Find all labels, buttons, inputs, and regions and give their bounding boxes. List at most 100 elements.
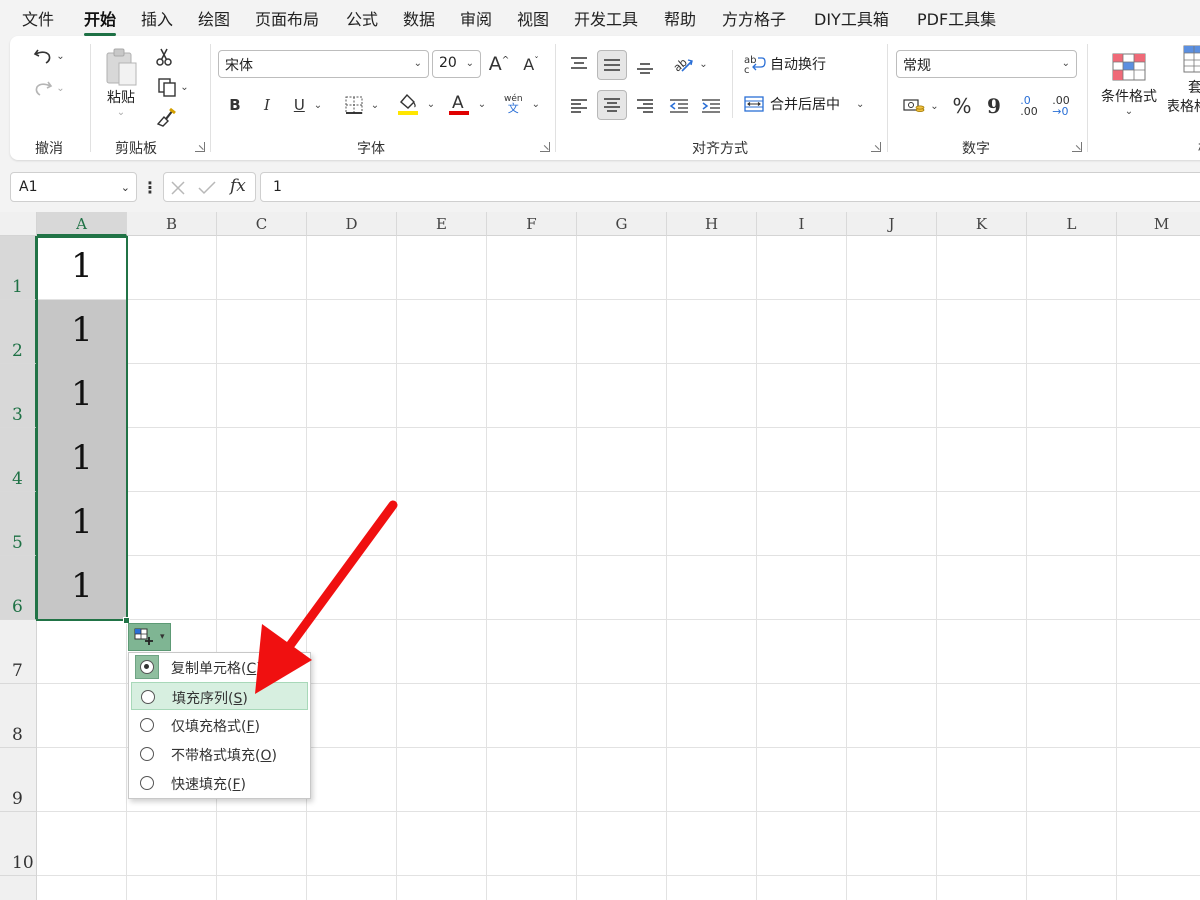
decrease-indent-button[interactable]	[665, 92, 693, 120]
fill-color-button[interactable]: ⌄	[394, 90, 438, 118]
column-header-l[interactable]: L	[1027, 212, 1117, 236]
chevron-down-icon: ⌄	[370, 99, 380, 111]
comma-style-button[interactable]: 9	[982, 92, 1006, 120]
menu-diy-toolbox[interactable]: DIY工具箱	[814, 6, 889, 30]
format-as-table-button[interactable]: 套 表格格	[1168, 44, 1200, 124]
row-header-5[interactable]: 5	[0, 492, 37, 556]
undo-button[interactable]: ⌄	[26, 42, 72, 70]
cell-a2[interactable]: 1	[37, 300, 127, 364]
cut-button[interactable]	[150, 44, 178, 70]
menu-pdf-tools[interactable]: PDF工具集	[917, 6, 996, 30]
row-header-1[interactable]: 1	[0, 236, 37, 300]
menu-fangfang[interactable]: 方方格子	[722, 6, 786, 30]
font-name-combo[interactable]: 宋体 ⌄	[218, 50, 429, 78]
conditional-format-button[interactable]: 条件格式 ⌄	[1094, 44, 1164, 124]
menu-file[interactable]: 文件	[22, 6, 54, 30]
menu-draw[interactable]: 绘图	[198, 6, 230, 30]
align-center-button[interactable]	[597, 90, 627, 120]
column-header-c[interactable]: C	[217, 212, 307, 236]
name-box[interactable]: A1 ⌄	[10, 172, 137, 202]
clipboard-launcher-icon[interactable]	[195, 142, 205, 152]
column-header-i[interactable]: I	[757, 212, 847, 236]
menu-developer[interactable]: 开发工具	[574, 6, 638, 30]
decrease-decimal-button[interactable]: .00 →0	[1046, 92, 1076, 120]
column-header-g[interactable]: G	[577, 212, 667, 236]
column-header-m[interactable]: M	[1117, 212, 1200, 236]
more-options-icon[interactable]: ⋮	[142, 172, 158, 202]
row-header-10[interactable]: 10	[0, 812, 37, 876]
row-header-6[interactable]: 6	[0, 556, 37, 620]
column-header-k[interactable]: K	[937, 212, 1027, 236]
borders-button[interactable]: ⌄	[340, 92, 384, 118]
fill-without-formatting-option[interactable]: 不带格式填充(O)	[131, 740, 308, 768]
fill-formatting-only-option[interactable]: 仅填充格式(F)	[131, 711, 308, 739]
italic-button[interactable]: I	[254, 92, 280, 118]
increase-decimal-button[interactable]: .0 .00	[1014, 92, 1044, 120]
row-header-3[interactable]: 3	[0, 364, 37, 428]
row-header-11[interactable]	[0, 876, 37, 900]
text-orientation-button[interactable]: ab ⌄	[667, 50, 713, 78]
cell-a3[interactable]: 1	[37, 364, 127, 428]
merge-center-button[interactable]: 合并后居中 ⌄	[744, 90, 874, 118]
formula-input[interactable]: 1	[260, 172, 1200, 202]
column-header-h[interactable]: H	[667, 212, 757, 236]
format-painter-button[interactable]	[152, 104, 180, 130]
column-header-f[interactable]: F	[487, 212, 577, 236]
fill-series-option[interactable]: 填充序列(S)	[131, 682, 308, 710]
chevron-down-icon: ⌄	[56, 50, 65, 62]
paste-button[interactable]: 粘贴 ⌄	[100, 44, 142, 120]
menu-page-layout[interactable]: 页面布局	[255, 6, 319, 30]
auto-fill-options-button[interactable]: ▾	[128, 623, 171, 651]
align-middle-button[interactable]	[597, 50, 627, 80]
align-bottom-button[interactable]	[631, 52, 659, 80]
menu-help[interactable]: 帮助	[664, 6, 696, 30]
menu-review[interactable]: 审阅	[460, 6, 492, 30]
bold-button[interactable]: B	[222, 92, 248, 118]
copy-cells-option[interactable]: 复制单元格(C)	[131, 653, 308, 681]
alignment-launcher-icon[interactable]	[871, 142, 881, 152]
align-top-button[interactable]	[565, 50, 593, 78]
cell-a1[interactable]: 1	[37, 236, 127, 300]
flash-fill-option[interactable]: 快速填充(F)	[131, 769, 308, 797]
enter-check-icon[interactable]	[198, 180, 216, 196]
accounting-format-button[interactable]: ⌄	[898, 92, 944, 120]
column-header-b[interactable]: B	[127, 212, 217, 236]
cell-a5[interactable]: 1	[37, 492, 127, 556]
insert-function-button[interactable]: fx	[230, 176, 246, 196]
column-header-j[interactable]: J	[847, 212, 937, 236]
cancel-icon[interactable]	[170, 180, 186, 196]
number-format-combo[interactable]: 常规 ⌄	[896, 50, 1077, 78]
underline-button[interactable]: U ⌄	[286, 92, 330, 118]
font-color-button[interactable]: A ⌄	[444, 90, 490, 118]
font-size-combo[interactable]: 20 ⌄	[432, 50, 481, 78]
menu-insert[interactable]: 插入	[141, 6, 173, 30]
menu-home[interactable]: 开始	[84, 6, 117, 36]
select-all-corner[interactable]	[0, 212, 37, 236]
cell-a4[interactable]: 1	[37, 428, 127, 492]
align-right-button[interactable]	[631, 92, 659, 120]
row-header-9[interactable]: 9	[0, 748, 37, 812]
spreadsheet-grid[interactable]: A B C D E F G H I J K L M 1 2 3 4 5 6 7 …	[0, 212, 1200, 900]
row-header-8[interactable]: 8	[0, 684, 37, 748]
row-header-2[interactable]: 2	[0, 300, 37, 364]
cell-a6[interactable]: 1	[37, 556, 127, 620]
row-header-4[interactable]: 4	[0, 428, 37, 492]
menu-data[interactable]: 数据	[403, 6, 435, 30]
copy-button[interactable]: ⌄	[150, 74, 196, 100]
percent-style-button[interactable]: %	[948, 92, 976, 120]
column-header-e[interactable]: E	[397, 212, 487, 236]
redo-button[interactable]: ⌄	[26, 74, 72, 102]
phonetic-button[interactable]: wén 文 ⌄	[498, 90, 546, 118]
align-left-button[interactable]	[565, 92, 593, 120]
column-header-d[interactable]: D	[307, 212, 397, 236]
decrease-font-size-button[interactable]: Aˇ	[517, 50, 545, 78]
increase-font-size-button[interactable]: A^	[485, 50, 513, 78]
menu-view[interactable]: 视图	[517, 6, 549, 30]
column-header-a[interactable]: A	[37, 212, 127, 236]
font-launcher-icon[interactable]	[540, 142, 550, 152]
row-header-7[interactable]: 7	[0, 620, 37, 684]
wrap-text-button[interactable]: ab c 自动换行	[744, 50, 844, 78]
increase-indent-button[interactable]	[697, 92, 725, 120]
number-launcher-icon[interactable]	[1072, 142, 1082, 152]
menu-formulas[interactable]: 公式	[346, 6, 378, 30]
